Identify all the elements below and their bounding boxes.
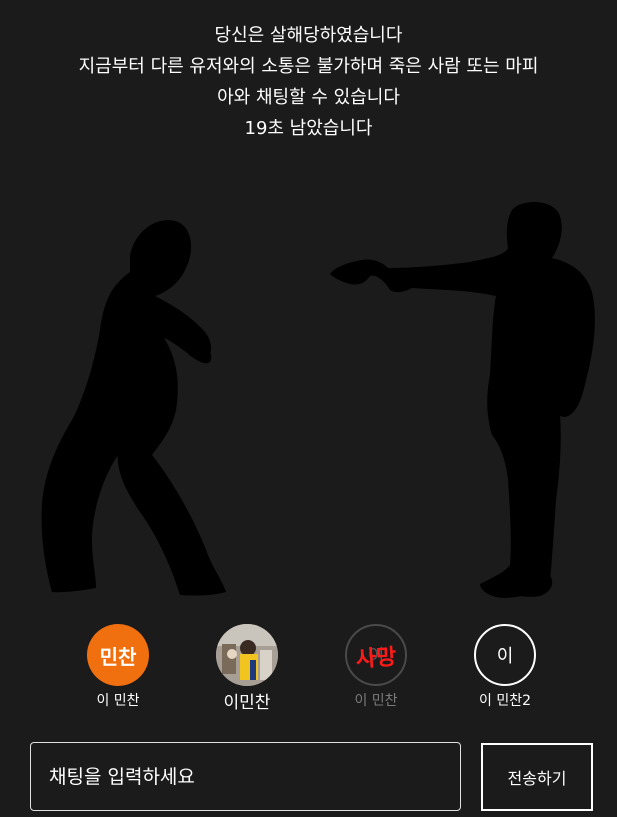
death-message-line: 지금부터 다른 유저와의 소통은 불가하며 죽은 사람 또는 마피 — [78, 56, 539, 77]
shooter-silhouette — [330, 202, 595, 598]
player-card[interactable]: 이 이 민찬2 — [450, 624, 560, 710]
player-avatar[interactable]: 민찬 — [87, 624, 149, 686]
countdown-text: 19초 남았습니다 — [244, 118, 373, 139]
shooting-silhouette-illustration — [41, 202, 595, 598]
player-card[interactable]: 이민찬 — [192, 624, 302, 713]
dead-stamp: 사망 — [355, 644, 398, 673]
death-message-line: 아와 채팅할 수 있습니다 — [217, 87, 400, 108]
player-name: 이 민찬2 — [479, 693, 531, 709]
player-avatar[interactable]: 이 — [474, 624, 536, 686]
player-card[interactable]: 민찬 이 민찬 — [63, 624, 173, 710]
send-button[interactable]: 전송하기 — [481, 743, 593, 811]
player-list: 민찬 이 민찬 이민찬 이 사망 이 민찬 이 이 민찬2 — [0, 624, 617, 714]
player-card-dead[interactable]: 이 사망 이 민찬 — [321, 624, 431, 710]
profile-photo-icon[interactable] — [216, 624, 278, 686]
avatar-initials: 이 — [496, 646, 514, 667]
player-avatar[interactable]: 이 사망 — [345, 624, 407, 686]
victim-silhouette — [41, 220, 226, 596]
player-name: 이 민찬 — [354, 693, 398, 709]
death-message-line: 당신은 살해당하였습니다 — [214, 25, 403, 46]
profile-photo-illustration — [216, 624, 278, 686]
avatar-initials: 민찬 — [99, 644, 137, 669]
death-message: 당신은 살해당하였습니다 지금부터 다른 유저와의 소통은 불가하며 죽은 사람… — [0, 20, 617, 144]
chat-input[interactable] — [30, 742, 461, 811]
player-name: 이 민찬 — [96, 693, 140, 709]
player-name: 이민찬 — [223, 693, 271, 713]
